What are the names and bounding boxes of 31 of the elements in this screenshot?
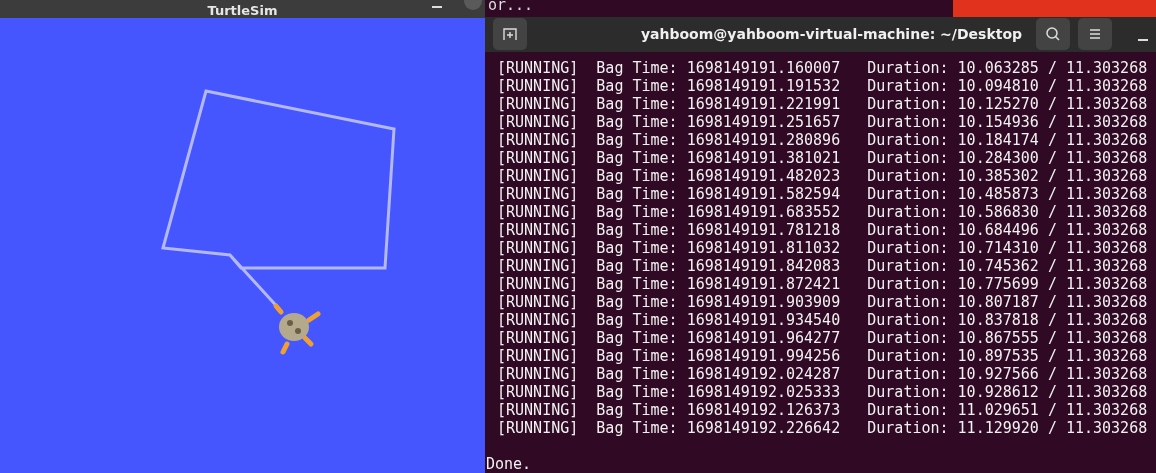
terminal-line: [RUNNING] Bag Time: 1698149191.811032 Duration: 10.714310 / 11.303268 <box>497 239 1149 257</box>
terminal-line: [RUNNING] Bag Time: 1698149191.903909 Duration: 10.807187 / 11.303268 <box>497 293 1149 311</box>
terminal-line: [RUNNING] Bag Time: 1698149192.025333 Duration: 10.928612 / 11.303268 <box>497 383 1149 401</box>
new-tab-icon <box>502 26 518 43</box>
terminal-line: [RUNNING] Bag Time: 1698149191.280896 Duration: 10.184174 / 11.303268 <box>497 131 1149 149</box>
search-button[interactable] <box>1036 18 1070 51</box>
terminal-line: [RUNNING] Bag Time: 1698149191.934540 Duration: 10.837818 / 11.303268 <box>497 311 1149 329</box>
terminal-line: [RUNNING] Bag Time: 1698149192.024287 Duration: 10.927566 / 11.303268 <box>497 365 1149 383</box>
terminal-line: [RUNNING] Bag Time: 1698149191.191532 Duration: 10.094810 / 11.303268 <box>497 77 1149 95</box>
window-title: TurtleSim <box>207 3 278 18</box>
new-tab-button[interactable] <box>493 18 527 51</box>
terminal-line: [RUNNING] Bag Time: 1698149191.160007 Duration: 10.063285 / 11.303268 <box>497 59 1149 77</box>
terminal-line: [RUNNING] Bag Time: 1698149191.582594 Duration: 10.485873 / 11.303268 <box>497 185 1149 203</box>
menu-button[interactable] <box>1078 18 1112 51</box>
turtle-icon <box>273 303 321 355</box>
terminal-line: Done. <box>486 455 533 473</box>
window-title: yahboom@yahboom-virtual-machine: ~/Desktop <box>639 26 1024 43</box>
search-icon <box>1045 26 1061 43</box>
terminal-line: [RUNNING] Bag Time: 1698149192.126373 Duration: 11.029651 / 11.303268 <box>497 401 1149 419</box>
terminal-line: [RUNNING] Bag Time: 1698149191.683552 Duration: 10.586830 / 11.303268 <box>497 203 1149 221</box>
terminal-line: [RUNNING] Bag Time: 1698149191.381021 Duration: 10.284300 / 11.303268 <box>497 149 1149 167</box>
terminal-line: [RUNNING] Bag Time: 1698149191.781218 Duration: 10.684496 / 11.303268 <box>497 221 1149 239</box>
terminal-line: [RUNNING] Bag Time: 1698149192.226642 Duration: 11.129920 / 11.303268 <box>497 419 1149 437</box>
terminal-line: [RUNNING] Bag Time: 1698149191.842083 Duration: 10.745362 / 11.303268 <box>497 257 1149 275</box>
terminal-line: [RUNNING] Bag Time: 1698149191.221991 Duration: 10.125270 / 11.303268 <box>497 95 1149 113</box>
terminal-line: [RUNNING] Bag Time: 1698149191.994256 Duration: 10.897535 / 11.303268 <box>497 347 1149 365</box>
terminal-line: [RUNNING] Bag Time: 1698149191.872421 Duration: 10.775699 / 11.303268 <box>497 275 1149 293</box>
menu-icon <box>1088 28 1102 41</box>
terminal-line: [RUNNING] Bag Time: 1698149191.482023 Duration: 10.385302 / 11.303268 <box>497 167 1149 185</box>
terminal-line: [RUNNING] Bag Time: 1698149191.251657 Duration: 10.154936 / 11.303268 <box>497 113 1149 131</box>
terminal-line: [RUNNING] Bag Time: 1698149191.964277 Duration: 10.867555 / 11.303268 <box>497 329 1149 347</box>
